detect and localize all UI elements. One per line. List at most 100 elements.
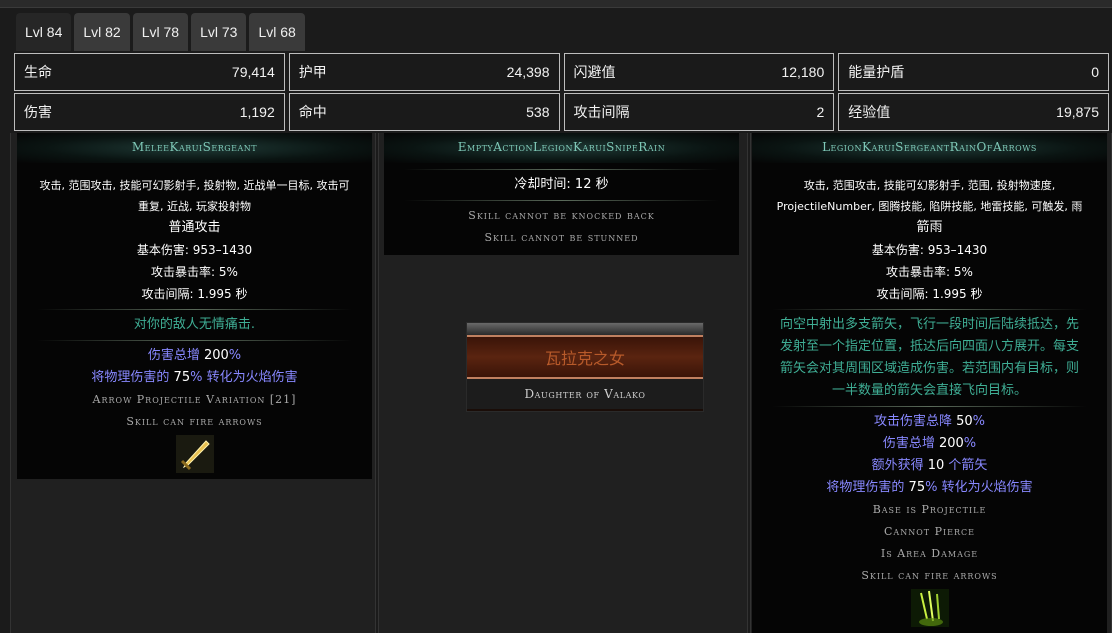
flavor-text: 一半数量的箭矢会直接飞向目标。 (831, 383, 1027, 398)
skill-name: 箭雨 (916, 220, 943, 235)
arrow-rain-icon (910, 589, 949, 627)
tab-lvl-68[interactable]: Lvl 68 (249, 13, 305, 51)
stat-label: 经验值 (848, 104, 891, 120)
mod-value: 200 (938, 436, 964, 451)
skill-name: 普通攻击 (168, 220, 221, 235)
mod-value: 75 (173, 370, 191, 385)
mod-text: 伤害总增 (147, 348, 204, 363)
mod-text: 攻击伤害总降 (873, 414, 957, 429)
divider (404, 200, 719, 201)
mod-attack-damage-less: 攻击伤害总降 50% (752, 411, 1107, 433)
skill-title: MeleeKaruiSergeant (17, 133, 372, 163)
divider (37, 309, 352, 310)
skill-note: Skill can fire arrows (126, 415, 263, 428)
skill-note: Skill cannot be stunned (484, 231, 639, 244)
mod-text: 伤害总增 (882, 436, 939, 451)
skill-title: EmptyActionLegionKaruiSnipeRain (384, 133, 739, 163)
mod-phys-to-fire: 将物理伤害的 75% 转化为火焰伤害 (752, 477, 1107, 499)
top-bar (0, 0, 1112, 8)
stat-value: 1,192 (239, 104, 275, 120)
divider (772, 406, 1087, 407)
divider (772, 309, 1087, 310)
stat-attack-interval: 攻击间隔 2 (563, 93, 835, 131)
mod-value: 50 (956, 414, 973, 429)
level-tabs: Lvl 84 Lvl 82 Lvl 78 Lvl 73 Lvl 68 (16, 13, 305, 51)
skill-note: Base is Projectile (872, 503, 987, 516)
mod-value: 10 (927, 458, 945, 473)
skill-title: LegionKaruiSergeantRainOfArrows (752, 133, 1107, 163)
skill-tags: 重复, 近战, 玩家投射物 (138, 200, 251, 213)
stat-value: 2 (816, 104, 825, 120)
boss-subtitle: Daughter of Valako (467, 379, 703, 409)
stat-damage: 伤害 1,192 (14, 93, 285, 131)
stat-accuracy: 命中 538 (288, 93, 560, 131)
stat-value: 24,398 (506, 64, 550, 80)
stat-value: 538 (526, 104, 550, 120)
tab-lvl-84[interactable]: Lvl 84 (16, 13, 72, 51)
stat-evasion: 闪避值 12,180 (563, 53, 835, 91)
skill-note: Skill can fire arrows (861, 569, 998, 582)
tab-lvl-82[interactable]: Lvl 82 (74, 13, 130, 51)
skill-note: Is Area Damage (880, 547, 979, 560)
stat-value: 0 (1091, 64, 1099, 80)
stats-row: 生命 79,414 护甲 24,398 闪避值 12,180 能量护盾 0 (14, 53, 1109, 91)
stat-life: 生命 79,414 (14, 53, 285, 91)
mod-text: % 转化为火焰伤害 (925, 480, 1033, 495)
stat-label: 生命 (24, 64, 52, 80)
stat-label: 闪避值 (573, 64, 616, 80)
flavor-text: 向空中射出多支箭矢，飞行一段时间后陆续抵达，先 (779, 317, 1079, 332)
mod-text: 将物理伤害的 (91, 370, 174, 385)
stats-row: 伤害 1,192 命中 538 攻击间隔 2 经验值 19,875 (14, 93, 1109, 131)
mod-damage-more: 伤害总增 200% (752, 433, 1107, 455)
skill-note: Cannot Pierce (884, 525, 975, 538)
tab-lvl-73[interactable]: Lvl 73 (191, 13, 247, 51)
crit-chance: 攻击暴击率: 5% (151, 265, 238, 279)
attack-interval: 攻击间隔: 1.995 秒 (876, 287, 983, 301)
skill-panel-melee: MeleeKaruiSergeant 攻击, 范围攻击, 技能可幻影射手, 投射… (17, 133, 372, 479)
mod-text: 将物理伤害的 (826, 480, 909, 495)
mod-value: 200 (203, 348, 229, 363)
divider (404, 169, 719, 170)
mod-text: % (228, 348, 242, 363)
stat-value: 12,180 (781, 64, 825, 80)
stat-experience: 经验值 19,875 (838, 93, 1109, 131)
skill-panel-snipe-rain: EmptyActionLegionKaruiSnipeRain 冷却时间: 12… (384, 133, 739, 255)
stat-label: 能量护盾 (848, 64, 905, 80)
mod-phys-to-fire: 将物理伤害的 75% 转化为火焰伤害 (17, 367, 372, 389)
stat-label: 攻击间隔 (573, 104, 630, 120)
mod-text: 额外获得 (871, 458, 928, 473)
flavor-text: 箭矢会对其周围区域造成伤害。若范围内有目标，则 (779, 361, 1079, 376)
mod-damage-more: 伤害总增 200% (17, 345, 372, 367)
attack-interval: 攻击间隔: 1.995 秒 (141, 287, 248, 301)
stat-value: 19,875 (1056, 104, 1099, 120)
skill-tags: 攻击, 范围攻击, 技能可幻影射手, 范围, 投射物速度, (803, 179, 1056, 192)
boss-healthbar (467, 323, 703, 335)
flavor-text: 对你的敌人无情痛击. (133, 317, 256, 332)
stats-table: 生命 79,414 护甲 24,398 闪避值 12,180 能量护盾 0 伤害 1,19… (14, 53, 1109, 133)
mod-text: % 转化为火焰伤害 (190, 370, 298, 385)
stat-label: 护甲 (298, 64, 327, 80)
stat-armour: 护甲 24,398 (288, 53, 560, 91)
stat-energy-shield: 能量护盾 0 (838, 53, 1109, 91)
stat-value: 79,414 (231, 64, 275, 80)
cooldown: 冷却时间: 12 秒 (514, 177, 609, 192)
divider (37, 340, 352, 341)
base-damage: 基本伤害: 953–1430 (136, 243, 253, 257)
mod-additional-arrows: 额外获得 10 个箭矢 (752, 455, 1107, 477)
crit-chance: 攻击暴击率: 5% (886, 265, 973, 279)
skill-panel-rain-of-arrows: LegionKaruiSergeantRainOfArrows 攻击, 范围攻击… (752, 133, 1107, 633)
skill-note: Skill cannot be knocked back (468, 209, 655, 222)
mod-text: 个箭矢 (944, 458, 988, 473)
mod-value: 75 (908, 480, 926, 495)
stat-label: 伤害 (24, 104, 52, 120)
mod-text: % (963, 436, 977, 451)
tab-lvl-78[interactable]: Lvl 78 (132, 13, 189, 51)
mod-text: % (972, 414, 986, 429)
sword-icon (175, 435, 214, 473)
boss-nameplate: 瓦拉克之女 Daughter of Valako (466, 322, 704, 412)
skill-tags: 攻击, 范围攻击, 技能可幻影射手, 投射物, 近战单一目标, 攻击可 (39, 179, 350, 192)
skill-tags: ProjectileNumber, 图腾技能, 陷阱技能, 地雷技能, 可触发,… (776, 200, 1083, 213)
base-damage: 基本伤害: 953–1430 (871, 243, 988, 257)
stat-label: 命中 (298, 104, 327, 120)
boss-name: 瓦拉克之女 (467, 335, 703, 379)
